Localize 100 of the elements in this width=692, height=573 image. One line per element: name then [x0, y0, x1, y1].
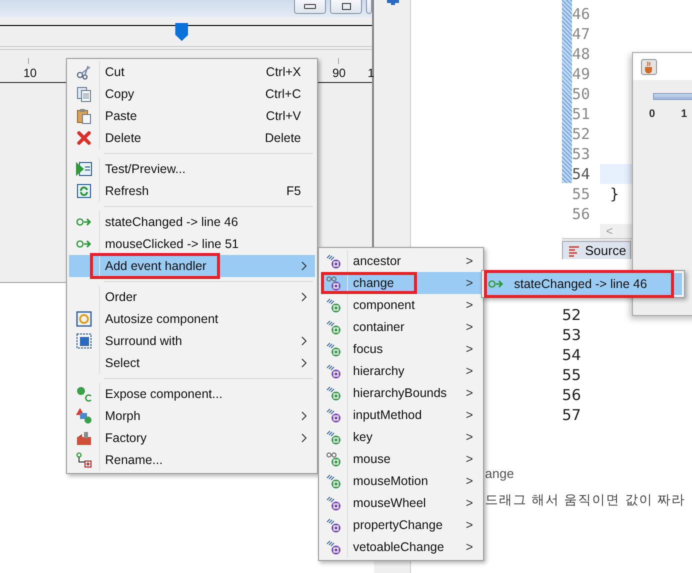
menu-item[interactable]: Test/Preview... [69, 158, 315, 180]
preview-icon [76, 161, 92, 177]
event-arrow-icon [488, 279, 504, 289]
lines-class-icon [326, 473, 342, 489]
submenu-arrow: > [466, 430, 473, 444]
submenu-arrow: > [466, 496, 473, 510]
line-number: 51 [572, 105, 592, 123]
source-tab[interactable]: Source [562, 241, 632, 259]
menu-item[interactable]: component > [321, 294, 481, 316]
line-number: 55 [562, 366, 582, 386]
submenu-arrow: > [466, 298, 473, 312]
surround-icon [76, 333, 92, 349]
clipboard-icon [76, 108, 92, 124]
restore-button[interactable] [330, 0, 362, 14]
submenu-arrow: > [466, 540, 473, 554]
menu-item[interactable]: Surround with [69, 330, 315, 352]
menu-item[interactable]: Autosize component [69, 308, 315, 330]
line-number: 49 [572, 65, 592, 83]
menu-item[interactable]: Factory [69, 427, 315, 449]
menu-item[interactable]: vetoableChange > [321, 536, 481, 558]
heading-text: ange [485, 466, 514, 481]
submenu-arrow: > [466, 408, 473, 422]
lines-interface-icon [326, 539, 342, 555]
line-number: 50 [572, 85, 592, 103]
lines-interface-icon [326, 517, 342, 533]
code-text: } [610, 185, 620, 203]
lines-interface-icon [326, 363, 342, 379]
menu-item[interactable]: inputMethod > [321, 404, 481, 426]
minimize-button[interactable] [294, 0, 326, 14]
submenu-arrow: > [466, 342, 473, 356]
rename-icon [76, 452, 92, 468]
menu-item[interactable]: Refresh F5 [69, 180, 315, 202]
menu-item[interactable]: propertyChange > [321, 514, 481, 536]
menu-item[interactable]: Expose component... [69, 383, 315, 405]
component-c-icon [76, 386, 92, 402]
menu-item[interactable]: Order [69, 286, 315, 308]
line-number: 52 [562, 306, 582, 326]
line-number: 56 [562, 386, 582, 406]
menu-item[interactable]: hierarchy > [321, 360, 481, 382]
menu-item[interactable]: Morph [69, 405, 315, 427]
menu-item[interactable]: change > [321, 272, 481, 294]
menu-item[interactable]: hierarchyBounds > [321, 382, 481, 404]
slider-thumb[interactable] [175, 23, 188, 41]
delete-icon [76, 130, 92, 146]
menu-item[interactable]: mouseWheel > [321, 492, 481, 514]
menu-item[interactable]: mouseMotion > [321, 470, 481, 492]
factory-icon [76, 430, 92, 446]
slider-label: 0 [649, 108, 656, 120]
monitor-icon[interactable] [386, 0, 400, 6]
submenu-arrow: > [466, 518, 473, 532]
glasses-class-icon [326, 451, 342, 467]
slider-label: 1 [681, 108, 688, 120]
menu-item[interactable]: Paste Ctrl+V [69, 105, 315, 127]
cup-icon [641, 58, 657, 74]
ruler-label: 1 [366, 66, 376, 80]
menu-item[interactable]: container > [321, 316, 481, 338]
menu-item[interactable]: Delete Delete [69, 127, 315, 149]
submenu-arrow: > [466, 452, 473, 466]
menu-item[interactable]: mouse > [321, 448, 481, 470]
close-button[interactable] [366, 0, 372, 14]
menu-item[interactable]: stateChanged -> line 46 [484, 273, 682, 295]
lines-interface-icon [326, 495, 342, 511]
menu-item[interactable]: Select [69, 352, 315, 374]
submenu-arrow: > [466, 386, 473, 400]
menu-item[interactable]: Copy Ctrl+C [69, 83, 315, 105]
menu-item[interactable]: stateChanged -> line 46 [69, 211, 315, 233]
lines-interface-icon [326, 407, 342, 423]
line-number: 52 [572, 125, 592, 143]
line-number: 53 [572, 145, 592, 163]
menu-item[interactable]: ancestor > [321, 250, 481, 272]
submenu-arrow: > [466, 276, 473, 290]
slider-track[interactable] [653, 93, 692, 100]
menu-item[interactable]: key > [321, 426, 481, 448]
copy-icon [76, 86, 92, 102]
lines-class-icon [326, 385, 342, 401]
menu-item[interactable]: focus > [321, 338, 481, 360]
line-number: 54 [562, 346, 582, 366]
lines-class-icon [326, 319, 342, 335]
scissors-icon [76, 64, 92, 80]
body-text: 드래그 해서 움직이면 값이 짜라 [485, 491, 686, 509]
line-number: 56 [572, 205, 592, 223]
line-number: 46 [572, 5, 592, 23]
menu-item[interactable]: Rename... [69, 449, 315, 471]
line-number: 53 [562, 326, 582, 346]
submenu-arrow: > [466, 364, 473, 378]
submenu-arrow: > [466, 474, 473, 488]
refresh-icon [76, 183, 92, 199]
menu-item[interactable]: Add event handler [69, 255, 315, 277]
line-number: 57 [562, 406, 582, 426]
lines-class-icon [326, 341, 342, 357]
menu-item[interactable]: Cut Ctrl+X [69, 61, 315, 83]
event-arrow-icon [76, 217, 92, 227]
line-number: 48 [572, 45, 592, 63]
glasses-interface-icon [326, 275, 342, 291]
line-number: 47 [572, 25, 592, 43]
lines-class-icon [326, 297, 342, 313]
submenu-arrow: > [466, 254, 473, 268]
source-icon [567, 244, 581, 258]
event-arrow-icon [76, 239, 92, 249]
submenu-arrow: > [466, 320, 473, 334]
